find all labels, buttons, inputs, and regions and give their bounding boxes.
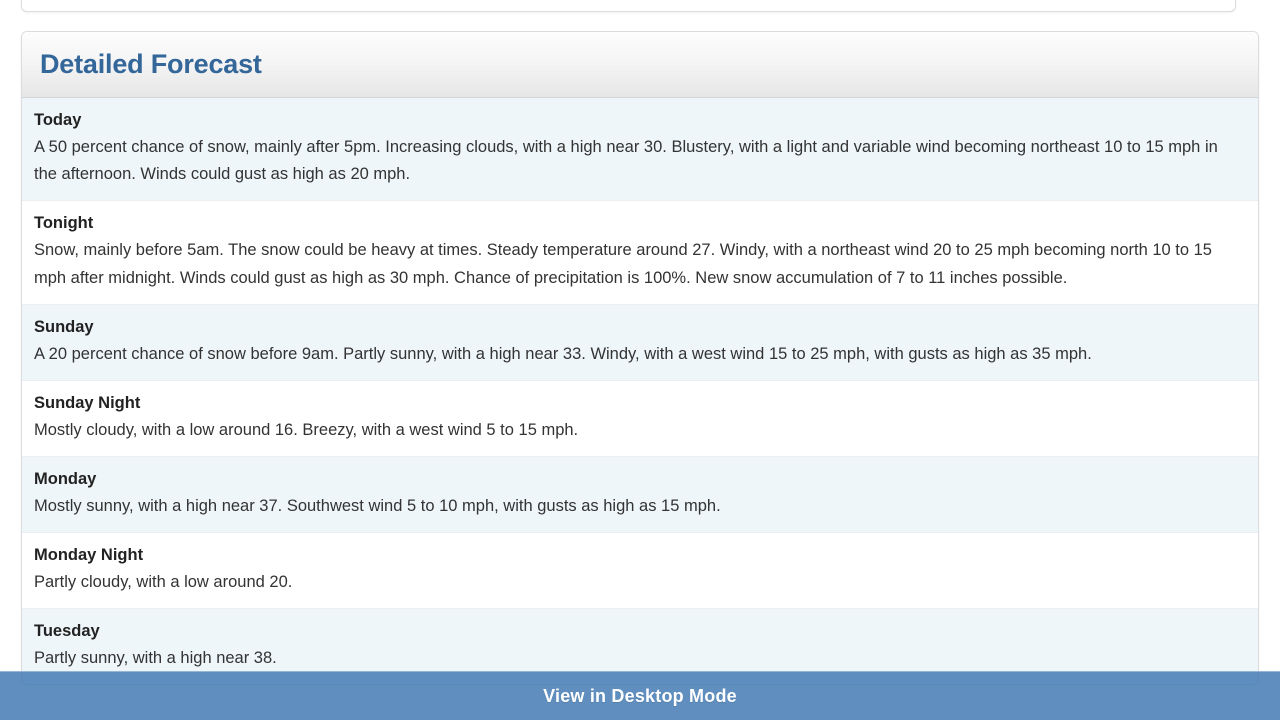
period-description: A 50 percent chance of snow, mainly afte… — [34, 137, 1218, 184]
table-row: Monday Night Partly cloudy, with a low a… — [22, 533, 1258, 610]
page-title: Detailed Forecast — [40, 49, 262, 79]
period-description: Snow, mainly before 5am. The snow could … — [34, 241, 1212, 287]
period-name: Tonight — [34, 214, 94, 233]
view-in-desktop-mode-label: View in Desktop Mode — [543, 685, 737, 706]
period-name: Sunday — [34, 317, 94, 336]
period-name: Sunday Night — [34, 393, 141, 412]
period-name: Tuesday — [34, 622, 100, 641]
period-description: Mostly cloudy, with a low around 16. Bre… — [34, 420, 579, 439]
period-description: Partly sunny, with a high near 38. — [34, 649, 277, 668]
forecast-row-list: Today A 50 percent chance of snow, mainl… — [22, 98, 1258, 685]
period-name: Monday — [34, 470, 97, 488]
page-root: Detailed Forecast Today A 50 percent cha… — [0, 0, 1280, 720]
period-description: Mostly sunny, with a high near 37. South… — [34, 496, 721, 515]
previous-card-partial — [21, 0, 1236, 12]
period-name: Today — [34, 111, 82, 129]
detailed-forecast-panel: Detailed Forecast Today A 50 percent cha… — [21, 31, 1259, 686]
table-row: Monday Mostly sunny, with a high near 37… — [22, 457, 1258, 534]
view-in-desktop-mode-button[interactable]: View in Desktop Mode — [0, 671, 1280, 720]
detailed-forecast-header: Detailed Forecast — [22, 32, 1258, 98]
period-description: Partly cloudy, with a low around 20. — [34, 573, 293, 592]
table-row: Tonight Snow, mainly before 5am. The sno… — [22, 201, 1258, 305]
table-row: Sunday Night Mostly cloudy, with a low a… — [22, 380, 1258, 457]
table-row: Today A 50 percent chance of snow, mainl… — [22, 98, 1258, 202]
table-row: Sunday A 20 percent chance of snow befor… — [22, 304, 1258, 381]
period-name: Monday Night — [34, 546, 144, 565]
period-description: A 20 percent chance of snow before 9am. … — [34, 344, 1092, 363]
